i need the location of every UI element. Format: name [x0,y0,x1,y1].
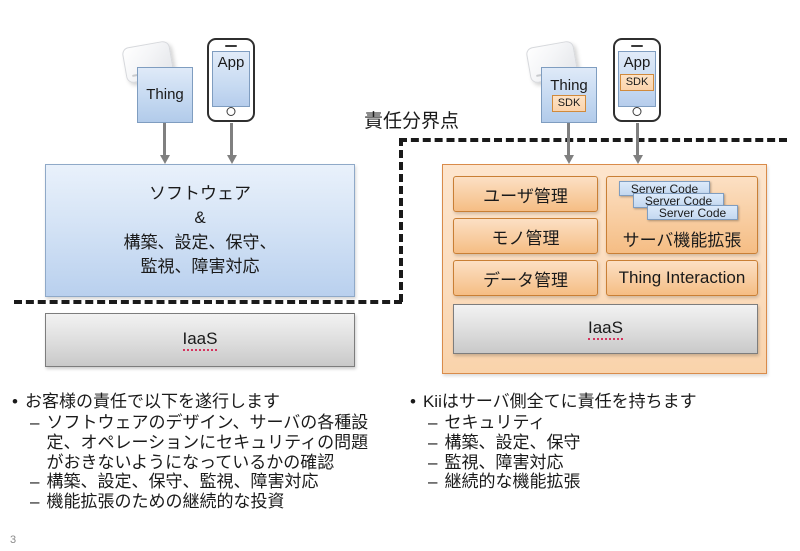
right-notes-heading: • Kiiはサーバ側全てに責任を持ちます [410,391,795,412]
phone-speaker-icon-right [631,45,643,47]
slide-canvas: Thing App ソフトウェア & 構築、設定、保守、 監視、障害対応 Iaa… [0,0,800,551]
right-thing-label: Thing [550,76,588,94]
right-app-label: App [623,54,651,71]
right-notes-item: – セキュリティ [428,413,795,433]
right-notes-item-text: 継続的な機能拡張 [444,472,581,492]
left-notes-heading: • お客様の責任で以下を遂行します [12,391,397,412]
left-iaas-label: IaaS [182,329,218,351]
left-app-screen: App [212,51,250,107]
sub-bullet-marker: – [30,492,40,512]
feature-data-management: データ管理 [453,260,598,296]
software-line-3: 構築、設定、保守、 [123,232,277,252]
right-thing-sdk-badge: SDK [551,95,587,113]
software-line-1: ソフトウェア [149,184,251,204]
boundary-dashed-line-left [14,300,402,304]
right-iaas-label: IaaS [588,318,623,340]
left-notes-heading-text: お客様の責任で以下を遂行します [24,392,280,411]
right-notes-item-text: 監視、障害対応 [444,452,564,472]
right-notes-item-text: 構築、設定、保守 [444,432,581,452]
left-thing-label: Thing [146,86,184,104]
bullet-marker: • [410,392,416,411]
sub-bullet-marker: – [30,472,40,492]
phone-home-button-icon [226,107,236,116]
right-app-arrow [636,123,639,155]
right-app-sdk-badge: SDK [619,73,655,91]
software-line-4: 監視、障害対応 [140,256,260,276]
feature-thing-interaction-label: Thing Interaction [618,268,746,287]
bullet-marker: • [12,392,18,411]
right-app-screen: App SDK [618,51,656,107]
left-notes-item: – 構築、設定、保守、監視、障害対応 [30,472,397,492]
feature-server-extension-label: サーバ機能拡張 [622,231,742,250]
sub-bullet-marker: – [30,413,40,433]
software-line-2: & [194,208,206,228]
left-notes-item-text: ソフトウェアのデザイン、サーバの各種設定、オペレーションにセキュリティの問題がお… [46,413,369,472]
left-software-box: ソフトウェア & 構築、設定、保守、 監視、障害対応 [45,164,355,297]
boundary-dashed-line-right [399,138,787,142]
right-notes-item: – 構築、設定、保守 [428,433,795,453]
right-app-device: App SDK [613,38,661,122]
sub-bullet-marker: – [428,472,438,492]
boundary-dashed-line-vertical [399,138,403,302]
left-notes-item-text: 機能拡張のための継続的な投資 [46,492,285,512]
page-number: 3 [10,534,17,546]
feature-user-management: ユーザ管理 [453,176,598,212]
sub-bullet-marker: – [428,413,438,433]
server-code-card-3: Server Code [647,205,738,220]
kii-platform-panel: ユーザ管理 モノ管理 データ管理 サーバ機能拡張 Server Code Ser… [442,164,767,374]
feature-user-management-label: ユーザ管理 [483,186,568,206]
right-thing-device: Thing SDK [541,67,597,123]
left-notes-item: – 機能拡張のための継続的な投資 [30,492,397,512]
left-app-label: App [217,54,245,71]
left-software-text: ソフトウェア & 構築、設定、保守、 監視、障害対応 [124,182,277,279]
sub-bullet-marker: – [428,432,438,452]
feature-thing-management: モノ管理 [453,218,598,254]
right-notes-item: – 監視、障害対応 [428,453,795,473]
feature-thing-management-label: モノ管理 [491,228,560,248]
sub-bullet-marker: – [428,452,438,472]
left-notes-item-text: 構築、設定、保守、監視、障害対応 [46,472,319,492]
left-notes: • お客様の責任で以下を遂行します – ソフトウェアのデザイン、サーバの各種設定… [12,391,397,512]
left-app-device: App [207,38,255,122]
left-notes-item: – ソフトウェアのデザイン、サーバの各種設定、オペレーションにセキュリティの問題… [30,413,397,472]
right-notes-heading-text: Kiiはサーバ側全てに責任を持ちます [422,392,697,411]
boundary-label: 責任分界点 [364,111,460,132]
right-notes-item: – 継続的な機能拡張 [428,472,795,492]
right-notes-item-text: セキュリティ [444,413,546,433]
left-thing-arrow [163,123,166,155]
feature-data-management-label: データ管理 [483,270,568,290]
right-thing-arrow [567,123,570,155]
left-thing-device: Thing [137,67,193,123]
phone-home-button-icon-right [632,107,642,116]
left-app-arrow [230,123,233,155]
left-iaas-box: IaaS [45,313,355,367]
right-notes: • Kiiはサーバ側全てに責任を持ちます – セキュリティ – 構築、設定、保守… [410,391,795,492]
server-code-card-3-label: Server Code [658,205,727,220]
phone-speaker-icon [225,45,237,47]
right-iaas-box: IaaS [453,304,758,354]
feature-thing-interaction: Thing Interaction [606,260,758,296]
